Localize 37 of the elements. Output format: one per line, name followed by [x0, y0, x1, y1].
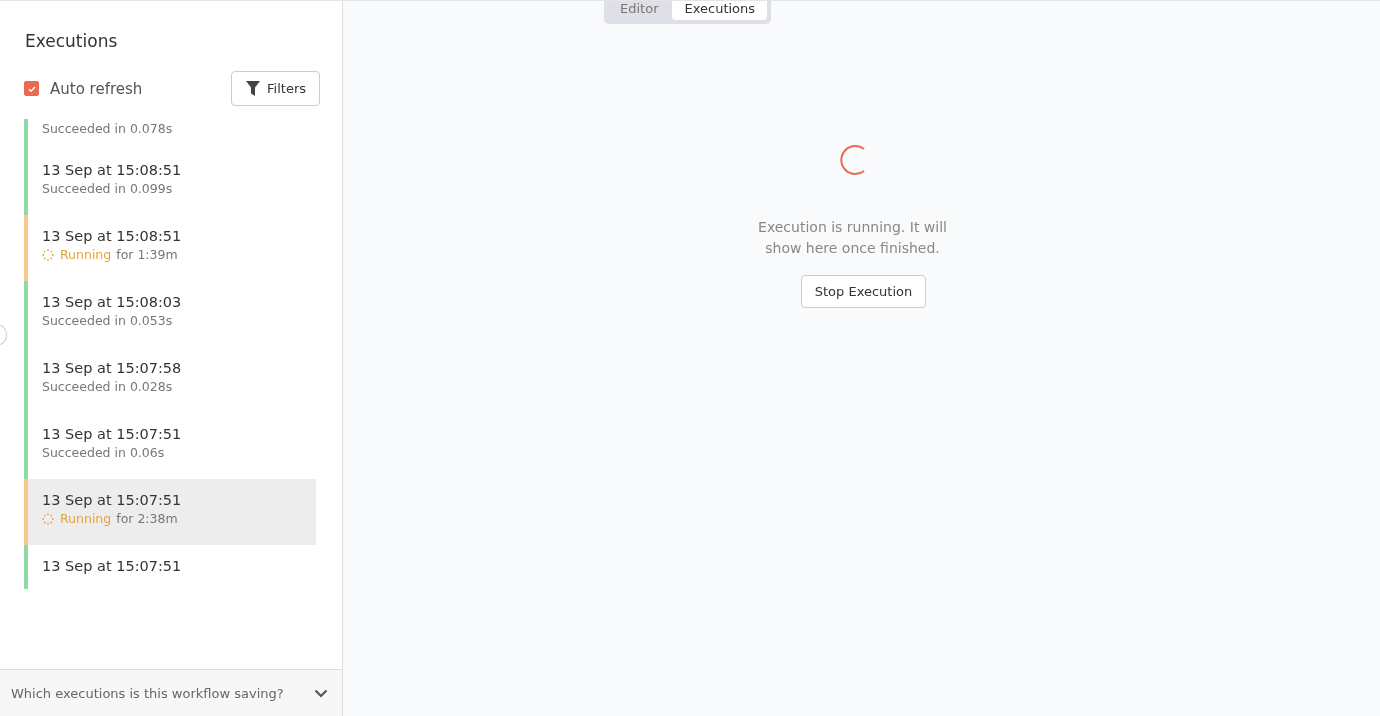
success-status: Succeeded in 0.06s	[42, 444, 165, 462]
success-status: Succeeded in 0.078s	[42, 120, 173, 138]
filters-button[interactable]: Filters	[231, 71, 320, 106]
execution-item[interactable]: 13 Sep at 15:08:51 Succeeded in 0.099s	[24, 149, 316, 215]
spinner-icon	[42, 513, 54, 525]
running-status: Running	[60, 510, 112, 528]
execution-item[interactable]: 13 Sep at 15:07:51	[24, 545, 316, 589]
view-tab[interactable]: Editor	[608, 1, 671, 20]
chevron-down-icon	[314, 688, 328, 698]
saving-settings-dropdown[interactable]: Which executions is this workflow saving?	[0, 669, 342, 716]
execution-date: 13 Sep at 15:07:58	[42, 359, 183, 378]
execution-item[interactable]: 13 Sep at 15:07:58 Succeeded in 0.028s	[24, 347, 316, 413]
execution-date: 13 Sep at 15:08:51	[42, 227, 183, 246]
execution-date: 13 Sep at 15:08:03	[42, 293, 183, 312]
execution-item[interactable]: 13 Sep at 15:07:51 Running for 2:38m	[24, 479, 316, 545]
execution-date: 13 Sep at 15:07:51	[42, 491, 183, 510]
success-status: Succeeded in 0.099s	[42, 180, 173, 198]
running-duration: for 2:38m	[116, 510, 178, 528]
execution-item[interactable]: 13 Sep at 15:08:51 Running for 1:39m	[24, 215, 316, 281]
spinner-icon	[42, 249, 54, 261]
execution-item[interactable]: 13 Sep at 15:08:03 Succeeded in 0.053s	[24, 281, 316, 347]
stop-execution-button[interactable]: Stop Execution	[800, 275, 927, 308]
success-status: Succeeded in 0.028s	[42, 378, 173, 396]
view-tab[interactable]: Executions	[672, 1, 768, 20]
sidebar-title: Executions	[25, 31, 119, 51]
running-status: Running	[60, 246, 112, 264]
running-message: Execution is running. It will show here once finished.	[757, 218, 948, 258]
filter-icon	[246, 81, 261, 96]
execution-date: 13 Sep at 15:08:51	[42, 161, 183, 180]
execution-item[interactable]: Succeeded in 0.078s	[24, 119, 316, 149]
saving-settings-label: Which executions is this workflow saving?	[11, 685, 284, 701]
auto-refresh-checkbox[interactable]	[24, 81, 39, 96]
execution-date: 13 Sep at 15:07:51	[42, 557, 183, 576]
running-duration: for 1:39m	[116, 246, 178, 264]
auto-refresh-label: Auto refresh	[50, 79, 143, 98]
success-status: Succeeded in 0.053s	[42, 312, 173, 330]
execution-date: 13 Sep at 15:07:51	[42, 425, 183, 444]
